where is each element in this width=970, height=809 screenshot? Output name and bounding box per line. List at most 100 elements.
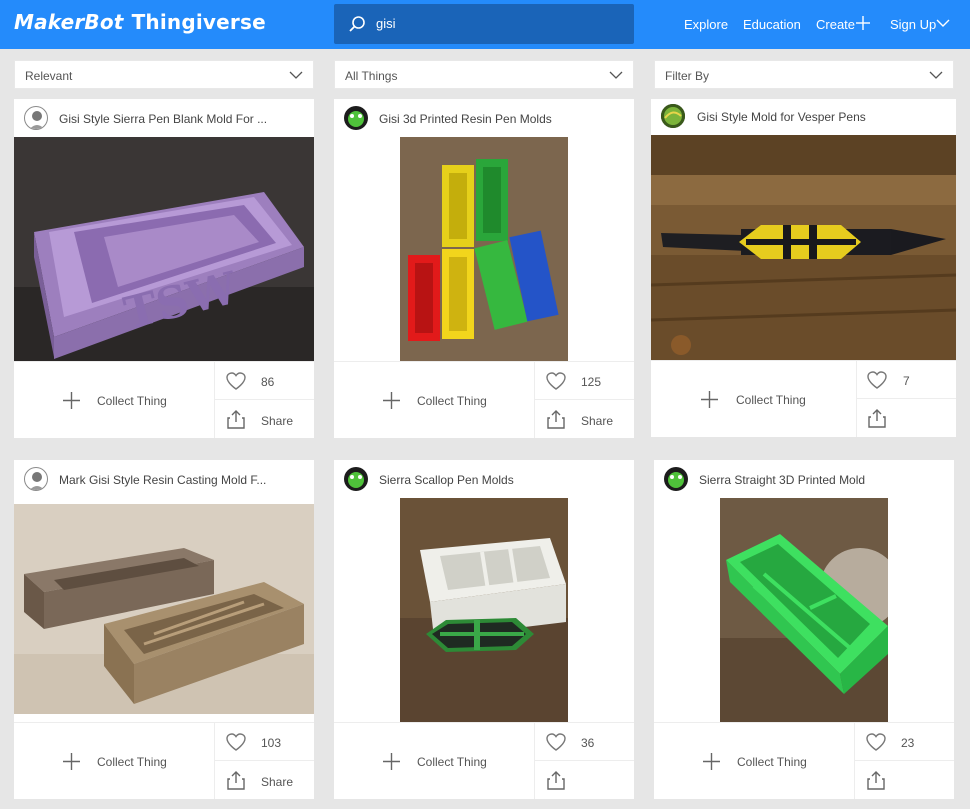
- card-footer: Collect Thing 86 Share: [14, 361, 314, 438]
- sort-dropdown[interactable]: Relevant: [14, 60, 314, 89]
- share-button[interactable]: Share: [215, 400, 314, 439]
- like-button[interactable]: 86: [215, 362, 314, 400]
- like-button[interactable]: 125: [535, 362, 634, 400]
- thing-image[interactable]: [14, 504, 314, 714]
- nav-create[interactable]: Create: [816, 17, 855, 32]
- thing-image[interactable]: [400, 498, 568, 722]
- logo-maker: MakerBot: [14, 10, 124, 34]
- collect-thing-button[interactable]: Collect Thing: [14, 362, 215, 438]
- nav-education[interactable]: Education: [743, 17, 801, 32]
- like-button[interactable]: 7: [857, 361, 956, 399]
- category-dropdown-label: All Things: [345, 69, 398, 83]
- share-button[interactable]: [535, 761, 634, 800]
- heart-icon: [866, 733, 886, 751]
- share-icon: [227, 410, 245, 429]
- category-dropdown[interactable]: All Things: [334, 60, 634, 89]
- heart-icon: [546, 372, 566, 390]
- card-footer: Collect Thing 103 Share: [14, 722, 314, 799]
- share-icon: [227, 771, 245, 790]
- thing-card[interactable]: Gisi Style Sierra Pen Blank Mold For ...…: [14, 99, 314, 438]
- collect-thing-label: Collect Thing: [737, 755, 807, 769]
- nav-explore[interactable]: Explore: [684, 17, 728, 32]
- collect-thing-label: Collect Thing: [736, 393, 806, 407]
- card-footer: Collect Thing 7: [651, 360, 956, 437]
- card-title[interactable]: Gisi 3d Printed Resin Pen Molds: [379, 112, 552, 126]
- thing-card[interactable]: Gisi Style Mold for Vesper Pens Collect …: [651, 99, 956, 437]
- thing-image[interactable]: [400, 137, 568, 361]
- frog-avatar-icon[interactable]: [664, 467, 688, 491]
- green-avatar-icon[interactable]: [661, 104, 685, 128]
- heart-icon: [546, 733, 566, 751]
- share-icon: [868, 409, 886, 428]
- card-title[interactable]: Mark Gisi Style Resin Casting Mold F...: [59, 473, 266, 487]
- chevron-down-icon: [609, 71, 623, 79]
- search-icon: [349, 16, 365, 32]
- thing-card[interactable]: Gisi 3d Printed Resin Pen Molds Collect …: [334, 99, 634, 438]
- logo-product: Thingiverse: [131, 10, 266, 34]
- share-label: Share: [261, 414, 294, 428]
- like-button[interactable]: 23: [855, 723, 954, 761]
- thing-image[interactable]: TSW: [14, 137, 314, 361]
- plus-icon: [63, 753, 80, 770]
- share-button[interactable]: Share: [535, 400, 634, 439]
- card-header: Mark Gisi Style Resin Casting Mold F...: [14, 460, 314, 498]
- person-avatar-icon[interactable]: [24, 467, 48, 491]
- share-button[interactable]: Share: [215, 761, 314, 800]
- collect-thing-label: Collect Thing: [97, 755, 167, 769]
- like-button[interactable]: 103: [215, 723, 314, 761]
- collect-thing-button[interactable]: Collect Thing: [334, 362, 535, 438]
- like-button[interactable]: 36: [535, 723, 634, 761]
- thing-card[interactable]: Mark Gisi Style Resin Casting Mold F... …: [14, 460, 314, 799]
- site-logo[interactable]: MakerBot Thingiverse: [14, 10, 266, 34]
- card-header: Sierra Scallop Pen Molds: [334, 460, 634, 498]
- thing-image[interactable]: [720, 498, 888, 722]
- collect-thing-label: Collect Thing: [97, 394, 167, 408]
- card-title[interactable]: Sierra Scallop Pen Molds: [379, 473, 514, 487]
- thing-card[interactable]: Sierra Straight 3D Printed Mold Collect …: [654, 460, 954, 799]
- share-button[interactable]: [857, 399, 956, 438]
- share-button[interactable]: [855, 761, 954, 800]
- chevron-down-icon[interactable]: [936, 19, 950, 28]
- card-header: Gisi Style Mold for Vesper Pens: [651, 99, 956, 135]
- share-icon: [867, 771, 885, 790]
- collect-thing-button[interactable]: Collect Thing: [334, 723, 535, 799]
- collect-thing-label: Collect Thing: [417, 394, 487, 408]
- search-input[interactable]: gisi: [334, 4, 634, 44]
- sort-dropdown-label: Relevant: [25, 69, 73, 83]
- like-count: 7: [903, 374, 910, 388]
- card-header: Sierra Straight 3D Printed Mold: [654, 460, 954, 498]
- card-footer: Collect Thing 125 Share: [334, 361, 634, 438]
- card-title[interactable]: Gisi Style Mold for Vesper Pens: [697, 110, 866, 124]
- frog-avatar-icon[interactable]: [344, 467, 368, 491]
- filter-by-dropdown[interactable]: Filter By: [654, 60, 954, 89]
- share-label: Share: [581, 414, 614, 428]
- share-label: Share: [261, 775, 294, 789]
- collect-thing-button[interactable]: Collect Thing: [651, 361, 857, 437]
- card-footer: Collect Thing 23: [654, 722, 954, 799]
- chevron-down-icon: [289, 71, 303, 79]
- nav-signup[interactable]: Sign Up: [890, 17, 936, 32]
- like-count: 23: [901, 736, 915, 750]
- collect-thing-button[interactable]: Collect Thing: [14, 723, 215, 799]
- heart-icon: [226, 733, 246, 751]
- card-header: Gisi 3d Printed Resin Pen Molds: [334, 99, 634, 137]
- like-count: 36: [581, 736, 595, 750]
- plus-icon: [383, 753, 400, 770]
- heart-icon: [226, 372, 246, 390]
- collect-thing-label: Collect Thing: [417, 755, 487, 769]
- thing-card[interactable]: Sierra Scallop Pen Molds Collect Thing 3…: [334, 460, 634, 799]
- person-avatar-icon[interactable]: [24, 106, 48, 130]
- plus-icon: [63, 392, 80, 409]
- card-title[interactable]: Gisi Style Sierra Pen Blank Mold For ...: [59, 112, 267, 126]
- filter-by-dropdown-label: Filter By: [665, 69, 710, 83]
- card-header: Gisi Style Sierra Pen Blank Mold For ...: [14, 99, 314, 137]
- like-count: 125: [581, 375, 602, 389]
- card-title[interactable]: Sierra Straight 3D Printed Mold: [699, 473, 865, 487]
- frog-avatar-icon[interactable]: [344, 106, 368, 130]
- create-plus-icon[interactable]: [856, 16, 870, 30]
- share-icon: [547, 771, 565, 790]
- plus-icon: [701, 391, 718, 408]
- collect-thing-button[interactable]: Collect Thing: [654, 723, 855, 799]
- like-count: 86: [261, 375, 275, 389]
- thing-image[interactable]: [651, 135, 956, 360]
